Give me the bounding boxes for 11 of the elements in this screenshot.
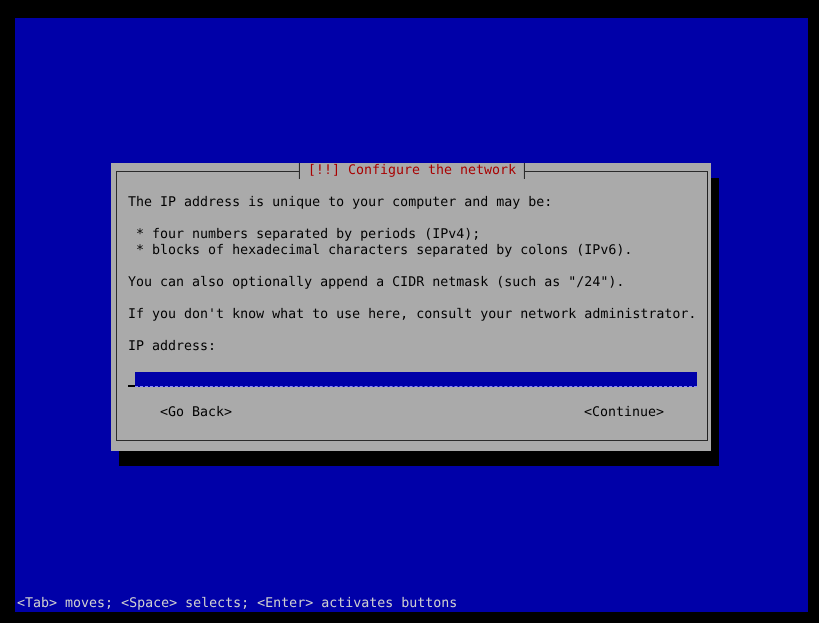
bullet-item: * blocks of hexadecimal characters separated by colons (IPv6). [135, 243, 634, 259]
ip-address-input[interactable] [135, 372, 697, 387]
status-bar-hint: <Tab> moves; <Space> selects; <Enter> activates buttons [16, 596, 458, 612]
field-label: IP address: [128, 339, 218, 355]
dialog-text: If you don't know what to use here, consult your network administrator. [128, 307, 697, 323]
bullet-item: * four numbers separated by periods (IPv4); [135, 227, 482, 243]
dialog-button[interactable]: <Continue> [584, 405, 664, 421]
dialog-title: [!!] Configure the network [298, 163, 526, 179]
dialog-text: You can also optionally append a CIDR netmask (such as "/24"). [128, 275, 626, 291]
dialog-text: The IP address is unique to your computer and may be: [128, 195, 554, 211]
dialog-button[interactable]: <Go Back> [160, 405, 232, 421]
